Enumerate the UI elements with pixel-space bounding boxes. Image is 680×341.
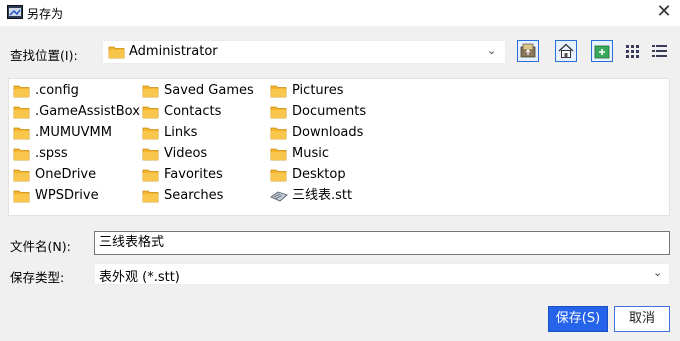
folder-icon <box>270 127 287 140</box>
file-name: OneDrive <box>35 167 97 182</box>
file-name: Desktop <box>292 167 346 182</box>
file-name: Documents <box>292 104 367 119</box>
file-name-input[interactable]: 三线表格式 <box>94 231 670 255</box>
new-folder-button[interactable] <box>591 40 613 62</box>
look-in-dropdown[interactable]: Administrator ⌄ <box>102 40 506 64</box>
new-folder-icon <box>594 45 610 59</box>
details-view-icon[interactable] <box>652 44 667 58</box>
file-name: Downloads <box>292 125 364 140</box>
window-title: 另存为 <box>27 7 64 21</box>
up-folder-icon <box>520 43 536 58</box>
folder-icon <box>270 169 287 182</box>
chevron-down-icon: ⌄ <box>653 266 663 279</box>
file-name: Favorites <box>164 167 223 182</box>
up-folder-button[interactable] <box>517 40 539 62</box>
folder-icon <box>13 106 30 119</box>
folder-icon <box>270 85 287 98</box>
file-name: Searches <box>164 188 224 203</box>
folder-icon <box>108 46 125 59</box>
folder-icon <box>142 148 159 161</box>
file-name: .MUMUVMM <box>35 125 112 140</box>
file-list[interactable]: .config .GameAssistBox .MUMUVMM .spss On… <box>8 78 670 216</box>
file-name: Pictures <box>292 83 344 98</box>
cancel-button[interactable]: 取消 <box>614 306 670 332</box>
look-in-label: 查找位置(I): <box>10 48 78 63</box>
file-name: WPSDrive <box>35 188 99 203</box>
home-button[interactable] <box>555 40 577 62</box>
file-type-label: 保存类型: <box>10 270 65 285</box>
table-look-file-icon <box>270 191 288 202</box>
folder-icon <box>13 169 30 182</box>
folder-icon <box>142 190 159 203</box>
folder-icon <box>270 106 287 119</box>
close-icon: ✕ <box>656 1 672 22</box>
file-name: Links <box>164 125 198 140</box>
file-name: Videos <box>164 146 208 161</box>
file-name: .config <box>35 83 79 98</box>
file-name: 三线表.stt <box>292 188 353 203</box>
file-type-value: 表外观 (*.stt) <box>99 270 180 285</box>
app-icon <box>7 5 23 19</box>
chevron-down-icon: ⌄ <box>487 44 497 57</box>
save-button[interactable]: 保存(S) <box>548 306 608 332</box>
folder-icon <box>13 85 30 98</box>
title-bar: 另存为 ✕ <box>0 0 680 26</box>
file-name: Saved Games <box>164 83 254 98</box>
folder-icon <box>13 190 30 203</box>
file-name: .spss <box>35 146 68 161</box>
home-icon <box>558 43 574 58</box>
folder-icon <box>13 127 30 140</box>
folder-icon <box>13 148 30 161</box>
list-view-icon[interactable] <box>626 44 640 58</box>
folder-icon <box>270 148 287 161</box>
file-name: Contacts <box>164 104 222 119</box>
folder-icon <box>142 169 159 182</box>
folder-icon <box>142 127 159 140</box>
close-button[interactable]: ✕ <box>648 0 680 26</box>
folder-icon <box>142 106 159 119</box>
folder-icon <box>142 85 159 98</box>
file-name-label: 文件名(N): <box>10 239 71 254</box>
look-in-value: Administrator <box>129 44 218 59</box>
file-name: Music <box>292 146 329 161</box>
file-type-dropdown[interactable]: 表外观 (*.stt) ⌄ <box>94 263 670 285</box>
file-name: .GameAssistBox <box>35 104 140 119</box>
